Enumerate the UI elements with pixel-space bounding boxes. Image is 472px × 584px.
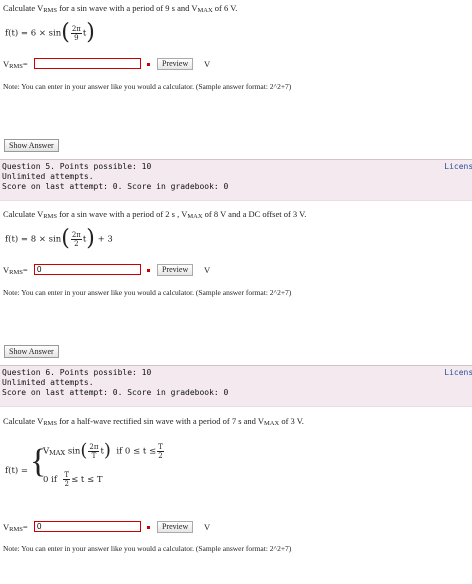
q6-status-dot: [147, 526, 150, 529]
q4-show-answer-button[interactable]: Show Answer: [4, 139, 59, 152]
q5-license-link[interactable]: License: [444, 162, 472, 171]
q5-vrms-label: VRMS=: [3, 265, 28, 276]
q4-vrms-sub: RMS: [9, 63, 23, 70]
q4-formula-lhs: f(t) = 6 × sin: [5, 28, 62, 39]
q6-points: Question 6. Points possible: 10: [2, 368, 152, 377]
q6-header-lines: Question 6. Points possible: 10 Unlimite…: [2, 368, 228, 398]
q6-preview-button[interactable]: Preview: [157, 521, 194, 533]
q4-note: Note: You can enter in your answer like …: [3, 82, 292, 91]
q5-header-lines: Question 5. Points possible: 10 Unlimite…: [2, 162, 228, 192]
q5-vrms-eq: =: [22, 265, 28, 275]
q4-text-sub: RMS: [43, 7, 57, 14]
q6-case1-sin: sin: [67, 446, 81, 457]
q5-text-post: of 8 V and a DC offset of 3 V.: [202, 209, 307, 219]
q5-paren-open: (: [61, 226, 70, 251]
q6-case1-frac-num: 2π: [88, 442, 100, 452]
q5-text-sub2: MAX: [187, 213, 203, 220]
q5-frac-den: 2: [74, 239, 79, 248]
q5-score: Score on last attempt: 0. Score in grade…: [2, 182, 229, 191]
q5-status-dot: [147, 269, 150, 272]
q4-frac-den: 9: [74, 33, 79, 42]
q6-case1-cond: if 0 ≤ t ≤: [116, 446, 157, 457]
q5-show-answer-button[interactable]: Show Answer: [4, 345, 59, 358]
q4-paren-close: ): [86, 20, 95, 45]
q4-text-mid: for a sin wave with a period of 9 s and …: [56, 3, 198, 13]
q5-frac-num: 2π: [70, 230, 82, 240]
q4-text-pre: Calculate V: [3, 3, 44, 13]
q6-case2: 0 if T 2 ≤ t ≤ T: [43, 471, 103, 488]
q6-text-sub2: MAX: [264, 420, 280, 427]
q5-attempts: Unlimited attempts.: [2, 172, 94, 181]
q6-case1-paren-close: ): [103, 440, 111, 461]
q5-answer-input[interactable]: [34, 264, 141, 275]
q5-note: Note: You can enter in your answer like …: [3, 288, 292, 297]
q5-question-text: Calculate VRMS for a sin wave with a per…: [3, 209, 307, 220]
q6-vrms-sub: RMS: [9, 526, 23, 533]
q4-status-dot: [147, 63, 150, 66]
q6-case1-vmax-sub: MAX: [49, 448, 66, 457]
q4-fraction: 2π 9: [70, 24, 82, 42]
q6-case1: VMAX sin(2π Tt) if 0 ≤ t ≤ T 2: [43, 440, 165, 462]
q6-attempts: Unlimited attempts.: [2, 378, 94, 387]
q4-vrms-eq: =: [22, 59, 28, 69]
q6-license-link[interactable]: License: [444, 368, 472, 377]
q6-text-post: of 3 V.: [279, 416, 304, 426]
q5-unit: V: [204, 265, 211, 275]
q6-case2-val: 0 if: [43, 475, 57, 485]
q5-paren-close: ): [86, 226, 95, 251]
q6-case1-cond-num: T: [157, 442, 164, 452]
q5-header: Question 5. Points possible: 10 Unlimite…: [0, 159, 472, 201]
q4-preview-button[interactable]: Preview: [157, 58, 194, 70]
q5-fraction: 2π 2: [70, 230, 82, 248]
q5-formula-lhs: f(t) = 8 × sin: [5, 234, 62, 245]
q6-header: Question 6. Points possible: 10 Unlimite…: [0, 365, 472, 407]
q6-case2-num: T: [63, 471, 71, 480]
q5-text-mid: for a sin wave with a period of 2 s , V: [56, 209, 188, 219]
q6-text-mid: for a half-wave rectified sin wave with …: [56, 416, 265, 426]
q5-vrms-sub: RMS: [9, 269, 23, 276]
q4-text-post: of 6 V.: [212, 3, 238, 13]
q6-case1-paren-open: (: [80, 440, 88, 461]
q5-formula-tail: + 3: [97, 234, 113, 245]
q6-answer-input[interactable]: [34, 521, 141, 532]
q4-unit: V: [204, 59, 211, 69]
q6-case1-fraction: 2π T: [88, 442, 100, 460]
q6-text-pre: Calculate V: [3, 416, 44, 426]
q6-case1-cond-fraction: T2: [157, 443, 164, 460]
q6-unit: V: [204, 522, 211, 532]
q6-vrms-label: VRMS=: [3, 522, 28, 533]
q5-text-pre: Calculate V: [3, 209, 44, 219]
q5-text-sub: RMS: [43, 213, 57, 220]
q5-formula: f(t) = 8 × sin(2π 2 t) + 3: [5, 228, 113, 250]
q6-case2-fraction: T2: [63, 471, 71, 488]
q4-paren-open: (: [61, 20, 70, 45]
q6-question-text: Calculate VRMS for a half-wave rectified…: [3, 416, 304, 427]
q6-case2-den: 2: [64, 480, 69, 488]
q6-formula-lhs: f(t) =: [5, 466, 29, 476]
q6-note: Note: You can enter in your answer like …: [3, 544, 292, 553]
q4-frac-num: 2π: [70, 24, 82, 34]
q6-case1-cond-den: 2: [158, 451, 163, 460]
q4-question-text: Calculate VRMS for a sin wave with a per…: [3, 3, 238, 14]
q6-vrms-eq: =: [22, 522, 28, 532]
q4-vrms-label: VRMS=: [3, 59, 28, 70]
q6-text-sub: RMS: [43, 420, 57, 427]
q6-case1-frac-den: T: [91, 451, 97, 460]
q6-score: Score on last attempt: 0. Score in grade…: [2, 388, 229, 397]
q5-preview-button[interactable]: Preview: [157, 264, 194, 276]
q6-case2-cond: ≤ t ≤ T: [71, 475, 103, 485]
q4-answer-input[interactable]: [34, 58, 141, 69]
q4-text-sub2: MAX: [197, 7, 213, 14]
q4-formula: f(t) = 6 × sin(2π 9 t): [5, 22, 95, 44]
q5-points: Question 5. Points possible: 10: [2, 162, 152, 171]
